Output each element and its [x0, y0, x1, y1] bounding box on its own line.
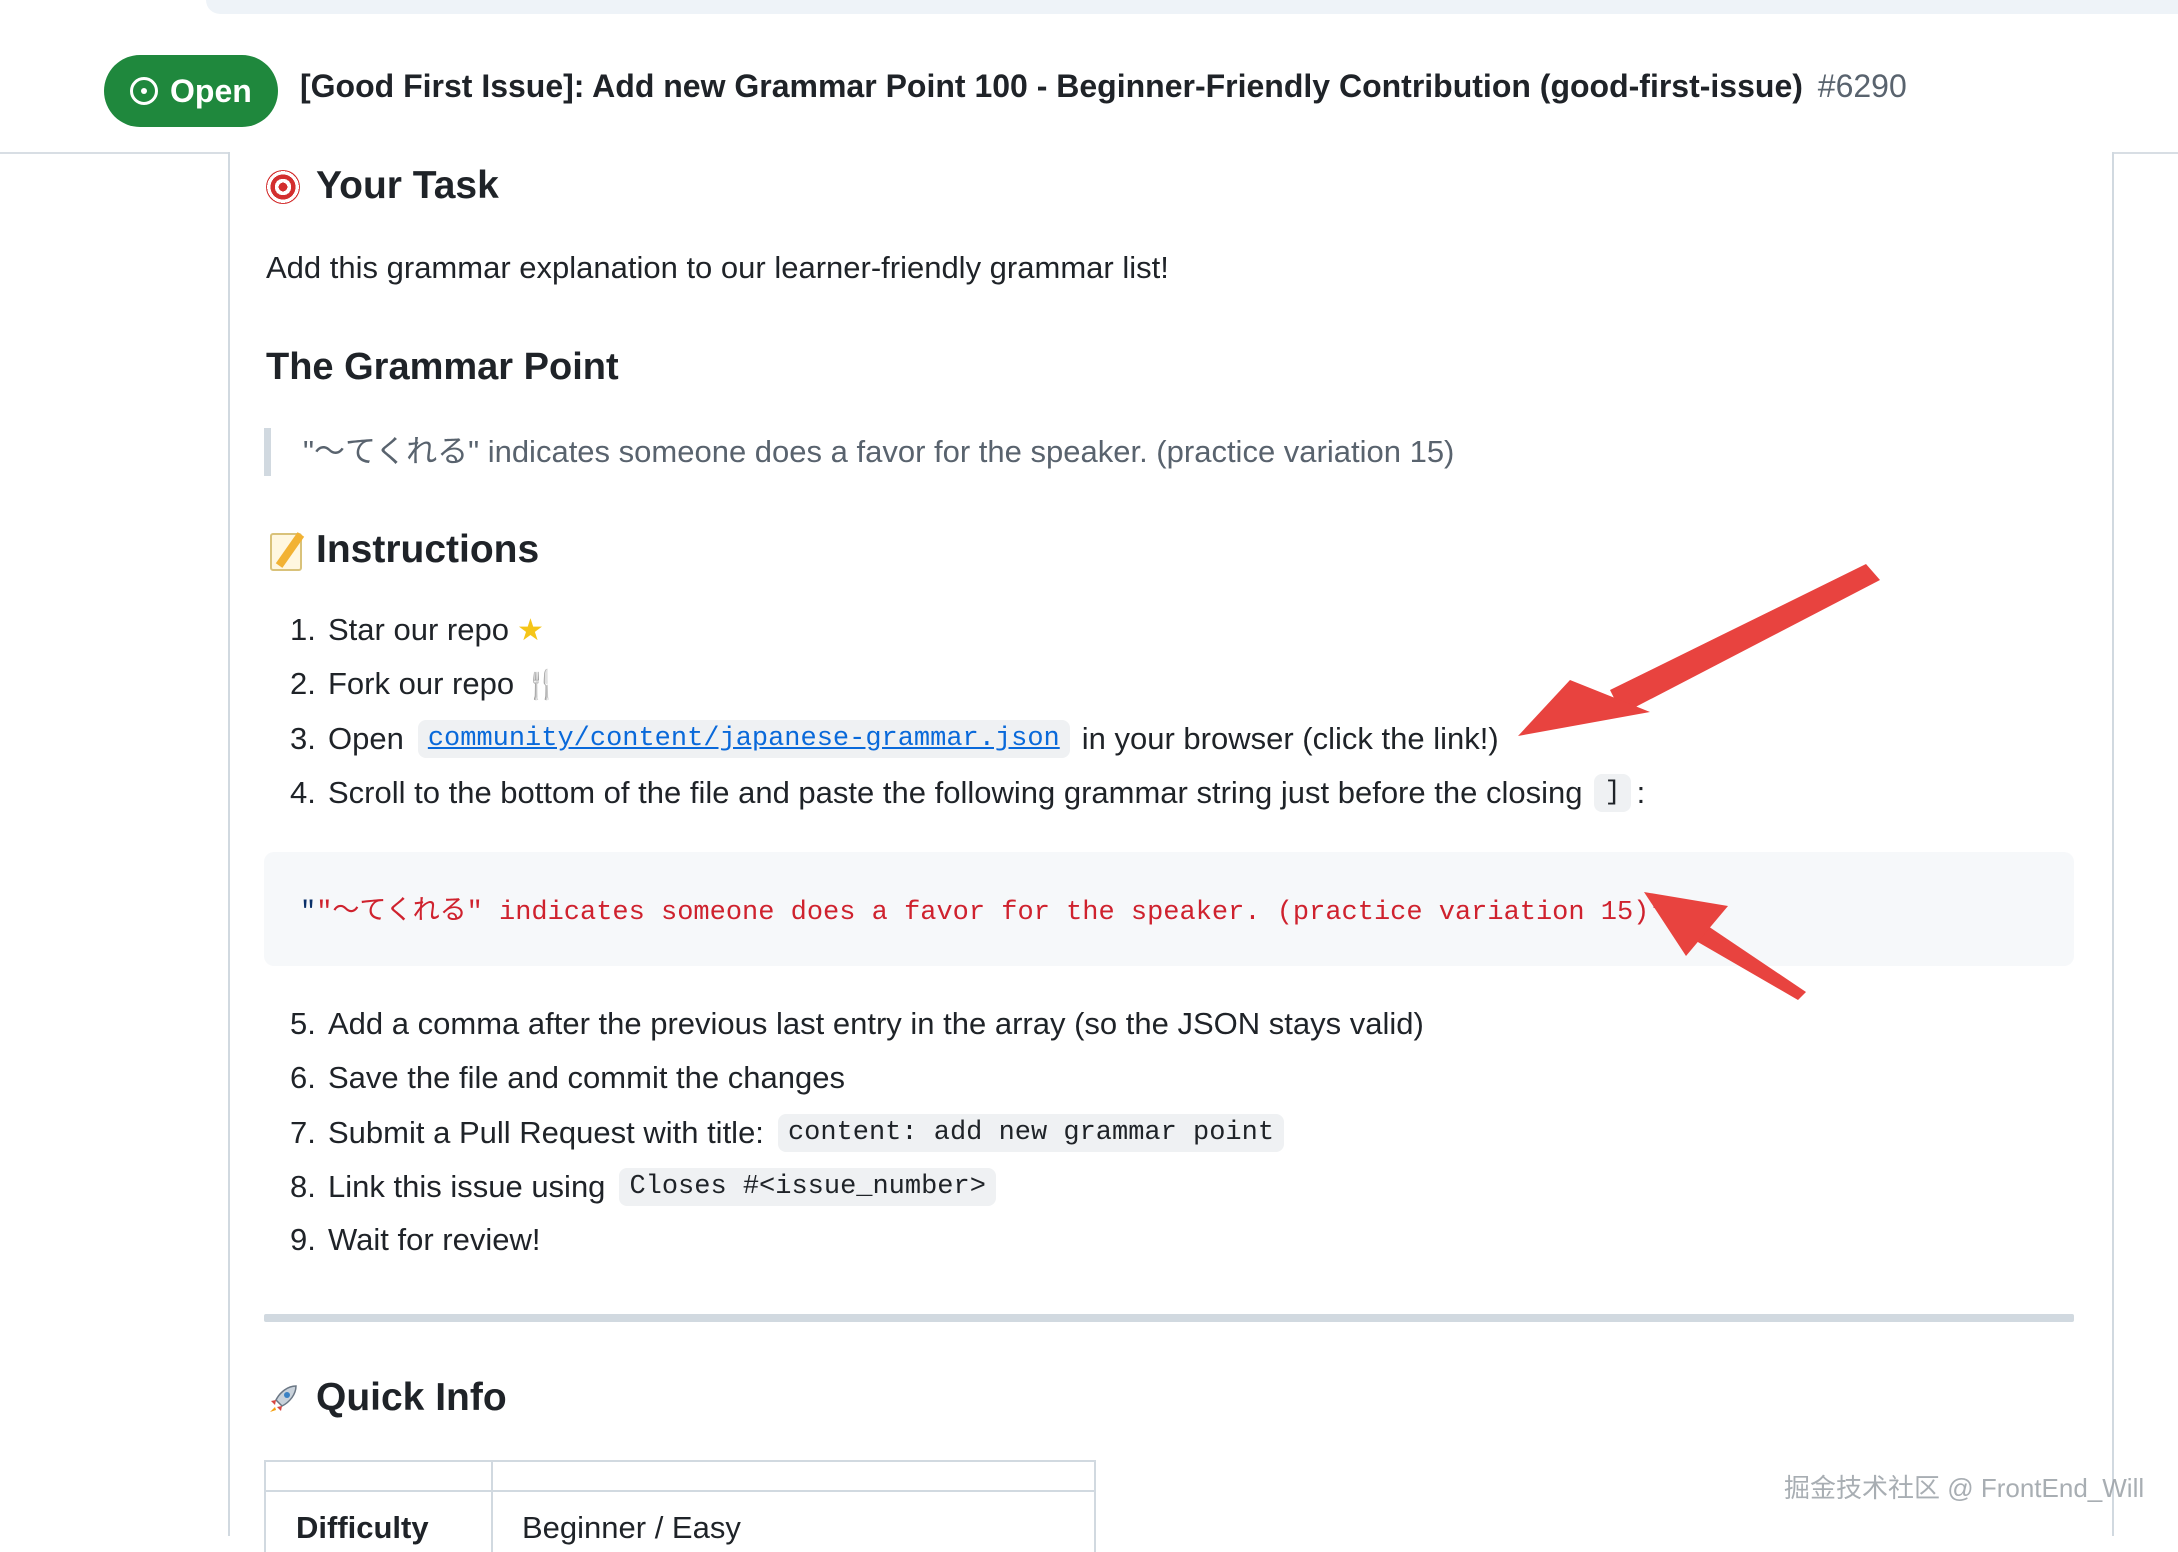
- issue-title: [Good First Issue]: Add new Grammar Poin…: [300, 68, 1907, 105]
- list-item-2: 2. Fork our repo 🍴: [290, 666, 559, 702]
- issue-title-text: [Good First Issue]: Add new Grammar Poin…: [300, 68, 1803, 104]
- memo-icon: [264, 530, 304, 571]
- json-file-link[interactable]: community/content/japanese-grammar.json: [417, 720, 1070, 758]
- target-icon: [264, 166, 304, 206]
- list-number: 7.: [290, 1115, 316, 1150]
- list-text: Wait for review!: [328, 1222, 541, 1257]
- list-text-colon: :: [1636, 775, 1646, 810]
- list-text: Star our repo: [328, 612, 509, 647]
- list-item-5: 5. Add a comma after the previous last e…: [290, 1006, 1424, 1042]
- inline-code-pr-title: content: add new grammar point: [777, 1114, 1285, 1152]
- quick-info-table: Difficulty Beginner / Easy: [264, 1460, 1096, 1552]
- list-number: 5.: [290, 1006, 316, 1041]
- list-text: Submit a Pull Request with title:: [328, 1115, 764, 1150]
- code-string: "～てくれる" indicates someone does a favor f…: [316, 898, 1666, 928]
- list-number: 1.: [290, 612, 316, 647]
- code-block-text: ""～てくれる" indicates someone does a favor …: [300, 888, 1666, 928]
- table-cell-difficulty-value: Beginner / Easy: [522, 1510, 741, 1545]
- inline-code-bracket: ]: [1594, 774, 1631, 812]
- list-text: Add a comma after the previous last entr…: [328, 1006, 1424, 1041]
- list-item-6: 6. Save the file and commit the changes: [290, 1060, 845, 1096]
- browser-top-strip: [0, 0, 2178, 32]
- code-open-quote: ": [300, 898, 317, 928]
- list-item-7: 7. Submit a Pull Request with title: con…: [290, 1114, 1290, 1152]
- issue-open-icon: [130, 77, 158, 105]
- list-item-1: 1. Star our repo ★: [290, 612, 544, 648]
- horizontal-rule: [264, 1314, 2074, 1322]
- list-text: Link this issue using: [328, 1169, 606, 1204]
- star-icon: ★: [516, 613, 544, 647]
- list-number: 6.: [290, 1060, 316, 1095]
- table-divider: [491, 1462, 493, 1552]
- watermark: 掘金技术社区 @ FrontEnd_Will: [1784, 1473, 2145, 1503]
- grammar-point-heading: The Grammar Point: [266, 346, 619, 388]
- list-text-suffix: in your browser (click the link!): [1081, 721, 1499, 756]
- status-badge-open: Open: [104, 55, 278, 127]
- code-block[interactable]: ""～てくれる" indicates someone does a favor …: [264, 852, 2074, 966]
- rocket-icon: [264, 1378, 304, 1418]
- issue-number: #6290: [1817, 68, 1907, 104]
- address-bar[interactable]: [206, 0, 2178, 14]
- list-number: 8.: [290, 1169, 316, 1204]
- list-text: Open: [328, 721, 404, 756]
- your-task-heading: Your Task: [264, 164, 499, 208]
- quick-info-heading-text: Quick Info: [316, 1376, 507, 1419]
- list-number: 2.: [290, 666, 316, 701]
- grammar-blockquote: "～てくれる" indicates someone does a favor f…: [264, 428, 1454, 476]
- list-text: Fork our repo: [328, 666, 515, 701]
- inline-code-closes: Closes #<issue_number>: [619, 1168, 996, 1206]
- list-text: Scroll to the bottom of the file and pas…: [328, 775, 1583, 810]
- list-item-9: 9. Wait for review!: [290, 1222, 540, 1258]
- list-number: 9.: [290, 1222, 316, 1257]
- status-label: Open: [170, 72, 252, 109]
- list-text: Save the file and commit the changes: [328, 1060, 845, 1095]
- list-item-3: 3. Open community/content/japanese-gramm…: [290, 720, 1499, 758]
- table-cell-difficulty-label: Difficulty: [296, 1510, 429, 1545]
- instructions-heading-text: Instructions: [316, 528, 540, 571]
- fork-and-knife-icon: 🍴: [524, 668, 559, 700]
- quick-info-heading: Quick Info: [264, 1376, 507, 1420]
- issue-header: Open [Good First Issue]: Add new Grammar…: [0, 30, 2178, 154]
- list-number: 3.: [290, 721, 316, 756]
- your-task-heading-text: Your Task: [316, 164, 499, 207]
- list-number: 4.: [290, 775, 316, 810]
- table-header-row: [266, 1462, 1094, 1492]
- list-item-8: 8. Link this issue using Closes #<issue_…: [290, 1168, 1002, 1206]
- task-description: Add this grammar explanation to our lear…: [266, 250, 1169, 285]
- instructions-heading: Instructions: [264, 528, 539, 572]
- list-item-4: 4. Scroll to the bottom of the file and …: [290, 774, 1645, 812]
